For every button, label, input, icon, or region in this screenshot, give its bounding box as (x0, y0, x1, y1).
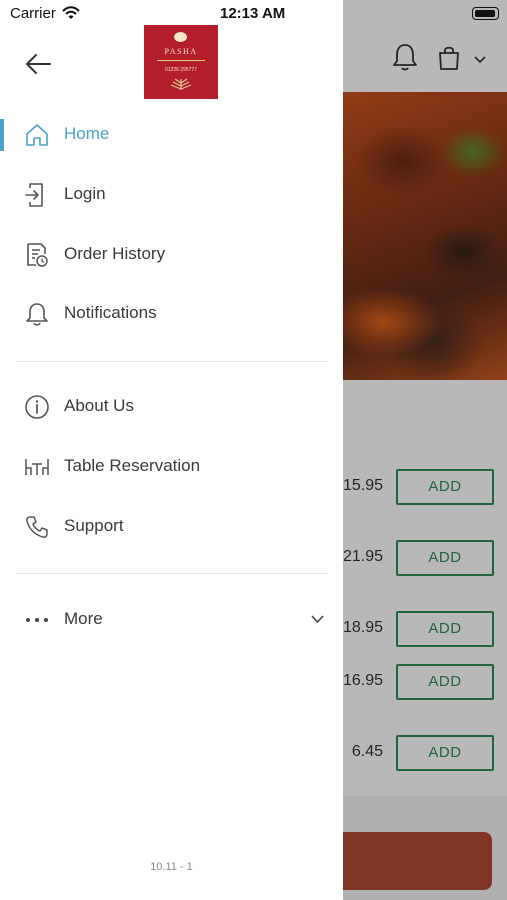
wheat-ornament-icon (170, 78, 192, 90)
app-version: 10.11 - 1 (150, 861, 193, 873)
chevron-down-icon (311, 615, 324, 624)
menu-label: Home (64, 124, 110, 143)
menu-label: Login (64, 184, 106, 203)
menu-item-about-us[interactable]: About Us (0, 383, 343, 431)
menu-label: About Us (64, 396, 134, 415)
status-bar: Carrier 12:13 AM (0, 0, 507, 28)
bell-icon (26, 303, 48, 326)
restaurant-logo: PASHA 01226 295777 (144, 25, 218, 99)
menu-divider (16, 573, 328, 574)
menu-label: Table Reservation (64, 456, 201, 475)
drawer-overlay[interactable] (343, 0, 507, 900)
menu-item-table-reservation[interactable]: Table Reservation (0, 443, 343, 491)
menu-label: Support (64, 516, 124, 535)
menu-item-more[interactable]: More (0, 596, 343, 644)
menu-divider (16, 361, 328, 362)
logo-emblem (174, 32, 187, 42)
ellipsis-icon (26, 618, 48, 622)
table-icon (25, 459, 49, 475)
menu-item-login[interactable]: Login (0, 171, 343, 219)
carrier-label: Carrier (10, 5, 56, 22)
order-history-icon (27, 243, 48, 267)
menu-item-order-history[interactable]: Order History (0, 231, 343, 279)
active-indicator (0, 119, 4, 151)
menu-item-support[interactable]: Support (0, 503, 343, 551)
navigation-drawer: PASHA 01226 295777 Home Login Order Hist… (0, 0, 343, 900)
menu-item-notifications[interactable]: Notifications (0, 290, 343, 338)
logo-phone: 01226 295777 (165, 67, 197, 73)
battery-icon (472, 7, 499, 20)
login-icon (25, 183, 43, 207)
menu-item-home[interactable]: Home (0, 111, 343, 159)
clock: 12:13 AM (220, 5, 286, 22)
info-icon (25, 395, 49, 419)
menu-label: Notifications (64, 303, 157, 322)
back-arrow-icon[interactable] (24, 50, 54, 78)
logo-name: PASHA (164, 47, 198, 56)
menu-label: More (64, 609, 103, 628)
menu-label: Order History (64, 244, 166, 263)
home-icon (26, 124, 48, 146)
phone-icon (26, 516, 48, 538)
wifi-icon (62, 6, 80, 19)
